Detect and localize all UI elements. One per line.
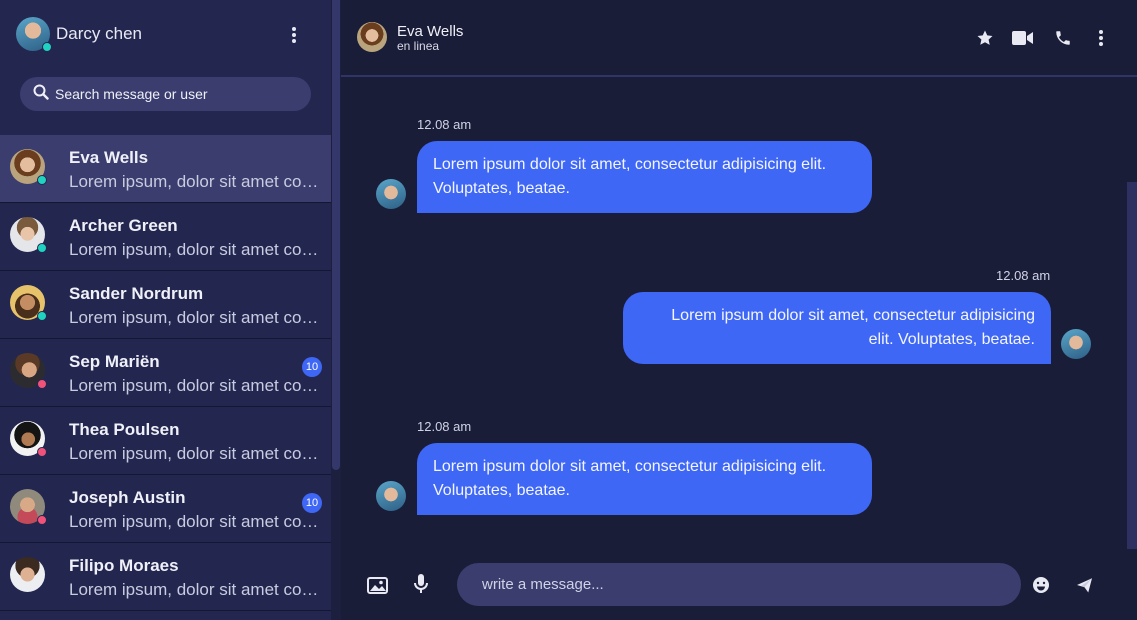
search-icon: [33, 84, 49, 105]
contact-name: Joseph Austin: [69, 488, 186, 507]
avatar: [10, 421, 47, 457]
chat-panel: Eva Wells en linea 12.08 am Lorem ipsum …: [341, 0, 1137, 620]
message-bubble-outgoing: Lorem ipsum dolor sit amet, consectetur …: [623, 292, 1051, 364]
peer-avatar[interactable]: [357, 22, 387, 52]
message-preview: Lorem ipsum, dolor sit amet consectetur …: [69, 240, 319, 259]
sender-avatar: [376, 179, 406, 209]
message-input[interactable]: [457, 563, 1021, 606]
chat-app: Darcy chen Eva Wells Lorem ipsum, dolor …: [0, 0, 1137, 620]
scrollbar-thumb[interactable]: [332, 0, 340, 470]
contact-item[interactable]: Eva Wells Lorem ipsum, dolor sit amet co…: [0, 135, 331, 203]
chat-scrollbar[interactable]: [1127, 77, 1137, 549]
scrollbar-thumb[interactable]: [1127, 77, 1137, 182]
contact-item[interactable]: Thea Poulsen Lorem ipsum, dolor sit amet…: [0, 407, 331, 475]
peer-status: en linea: [397, 39, 440, 53]
image-icon[interactable]: [365, 573, 389, 597]
message-time: 12.08 am: [996, 268, 1051, 283]
message-preview: Lorem ipsum, dolor sit amet consectetur …: [69, 172, 319, 191]
online-indicator: [37, 243, 47, 253]
send-icon[interactable]: [1072, 573, 1096, 597]
message-preview: Lorem ipsum, dolor sit amet consectetur …: [69, 376, 319, 395]
offline-indicator: [37, 447, 47, 457]
phone-icon[interactable]: [1052, 27, 1074, 49]
sender-avatar: [1061, 329, 1091, 359]
avatar: [10, 217, 47, 253]
message-time: 12.08 am: [417, 117, 472, 132]
message-preview: Lorem ipsum, dolor sit amet consectetur …: [69, 444, 319, 463]
emoji-icon[interactable]: [1029, 573, 1053, 597]
chat-header: Eva Wells en linea: [341, 0, 1137, 77]
peer-name: Eva Wells: [397, 23, 464, 40]
contact-name: Archer Green: [69, 216, 178, 235]
online-indicator: [42, 42, 52, 52]
contact-item[interactable]: Sander Nordrum Lorem ipsum, dolor sit am…: [0, 271, 331, 339]
more-vertical-icon[interactable]: [282, 23, 306, 47]
message-composer: [341, 549, 1137, 620]
message-list: 12.08 am Lorem ipsum dolor sit amet, con…: [341, 77, 1127, 549]
message-bubble-incoming: Lorem ipsum dolor sit amet, consectetur …: [417, 141, 872, 213]
contact-name: Sander Nordrum: [69, 284, 204, 303]
unread-badge: 10: [302, 493, 322, 513]
current-user-avatar: [16, 17, 52, 52]
message-preview: Lorem ipsum, dolor sit amet consectetur …: [69, 308, 319, 327]
online-indicator: [37, 175, 47, 185]
star-icon[interactable]: [974, 27, 996, 49]
avatar: [10, 285, 47, 321]
avatar: [10, 489, 47, 525]
offline-indicator: [37, 379, 47, 389]
contact-item[interactable]: Archer Green Lorem ipsum, dolor sit amet…: [0, 203, 331, 271]
unread-badge: 10: [302, 357, 322, 377]
message-preview: Lorem ipsum, dolor sit amet consectetur …: [69, 512, 319, 531]
contact-name: Eva Wells: [69, 148, 149, 167]
contact-name: Filipo Moraes: [69, 556, 179, 575]
message-preview: Lorem ipsum, dolor sit amet consectetur …: [69, 580, 319, 599]
contact-name: Thea Poulsen: [69, 420, 180, 439]
contact-item[interactable]: Joseph Austin Lorem ipsum, dolor sit ame…: [0, 475, 331, 543]
current-user-name: Darcy chen: [56, 24, 142, 43]
search-input[interactable]: [55, 86, 295, 102]
microphone-icon[interactable]: [409, 572, 433, 596]
sidebar-scrollbar[interactable]: [331, 0, 341, 620]
avatar: [10, 557, 45, 592]
contact-item[interactable]: Filipo Moraes Lorem ipsum, dolor sit ame…: [0, 543, 331, 611]
message-bubble-incoming: Lorem ipsum dolor sit amet, consectetur …: [417, 443, 872, 515]
offline-indicator: [37, 515, 47, 525]
contact-list: Eva Wells Lorem ipsum, dolor sit amet co…: [0, 135, 331, 611]
video-camera-icon[interactable]: [1012, 27, 1034, 49]
sidebar: Darcy chen Eva Wells Lorem ipsum, dolor …: [0, 0, 331, 620]
avatar: [10, 149, 47, 185]
current-user[interactable]: Darcy chen: [16, 16, 142, 52]
message-time: 12.08 am: [417, 419, 472, 434]
contact-name: Sep Mariën: [69, 352, 160, 371]
more-vertical-icon[interactable]: [1090, 27, 1112, 49]
sender-avatar: [376, 481, 406, 511]
online-indicator: [37, 311, 47, 321]
search-bar[interactable]: [20, 77, 311, 111]
contact-item[interactable]: Sep Mariën Lorem ipsum, dolor sit amet c…: [0, 339, 331, 407]
avatar: [10, 353, 47, 389]
